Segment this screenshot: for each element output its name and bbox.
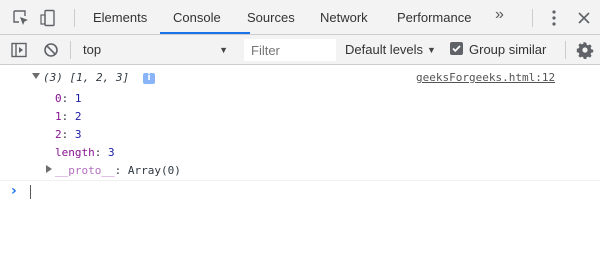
tab-console[interactable]: Console — [173, 0, 221, 35]
expand-triangle-icon[interactable] — [32, 73, 40, 79]
property-row: 0: 1 — [55, 90, 82, 108]
toolbar-divider — [532, 9, 533, 27]
property-row: length: 3 — [55, 144, 115, 162]
chevron-down-icon: ▼ — [219, 45, 228, 55]
proto-row[interactable]: __proto__: Array(0) — [55, 162, 181, 180]
group-similar-checkbox[interactable] — [450, 42, 463, 55]
property-separator: : — [61, 92, 75, 105]
property-value: 3 — [108, 146, 115, 159]
expand-triangle-icon[interactable] — [46, 165, 52, 173]
proto-key: __proto__ — [55, 164, 115, 177]
property-value: 2 — [74, 110, 82, 123]
property-separator: : — [94, 146, 108, 159]
property-key: 0 — [55, 92, 62, 105]
toolbar-divider — [70, 41, 71, 59]
log-levels-label: Default levels — [345, 42, 424, 57]
tab-performance[interactable]: Performance — [397, 0, 471, 35]
console-input[interactable] — [30, 185, 31, 199]
log-levels-dropdown[interactable]: Default levels ▼ — [345, 39, 436, 61]
array-summary[interactable]: (3) [1, 2, 3] — [43, 69, 129, 87]
property-key: 1 — [55, 110, 62, 123]
source-link[interactable]: geeksForgeeks.html:12 — [416, 69, 555, 87]
filter-input[interactable] — [244, 39, 336, 61]
toolbar-divider — [565, 41, 566, 59]
property-row: 1: 2 — [55, 108, 82, 126]
console-message: (3) [1, 2, 3] i geeksForgeeks.html:12 0:… — [0, 66, 600, 181]
inspect-element-icon[interactable] — [12, 9, 30, 27]
tab-elements[interactable]: Elements — [93, 0, 147, 35]
context-value: top — [83, 42, 102, 57]
tab-network[interactable]: Network — [320, 0, 368, 35]
tab-sources[interactable]: Sources — [247, 0, 295, 35]
group-similar-label: Group similar — [469, 42, 547, 57]
gear-icon[interactable] — [576, 41, 594, 60]
device-toolbar-icon[interactable] — [40, 9, 58, 27]
property-value: 3 — [74, 128, 82, 141]
property-separator: : — [114, 164, 128, 177]
property-row: 2: 3 — [55, 126, 82, 144]
more-tabs-button[interactable]: » — [495, 6, 504, 24]
property-key: length — [55, 146, 95, 159]
info-icon[interactable]: i — [143, 73, 155, 84]
proto-value: Array(0) — [127, 164, 181, 177]
console-prompt-icon: › — [11, 183, 17, 199]
property-value: 1 — [74, 92, 82, 105]
devtools-tab-bar: Elements Console Sources Network Perform… — [0, 0, 600, 35]
console-output: (3) [1, 2, 3] i geeksForgeeks.html:12 0:… — [0, 66, 600, 261]
context-selector[interactable]: top ▼ — [76, 39, 234, 61]
toolbar-divider — [74, 9, 75, 27]
close-icon[interactable] — [575, 9, 593, 27]
selected-tab-indicator — [160, 32, 250, 34]
property-separator: : — [61, 110, 75, 123]
chevron-down-icon: ▼ — [427, 45, 436, 55]
property-key: 2 — [55, 128, 62, 141]
show-sidebar-icon[interactable] — [10, 41, 28, 59]
more-vert-icon[interactable] — [549, 9, 559, 27]
clear-console-icon[interactable] — [42, 41, 60, 59]
property-separator: : — [61, 128, 75, 141]
